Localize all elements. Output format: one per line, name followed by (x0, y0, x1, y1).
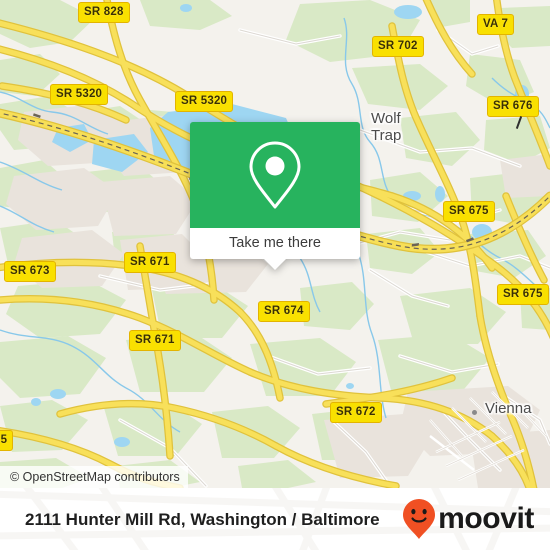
address-label: 2111 Hunter Mill Rd, Washington / Baltim… (25, 509, 380, 529)
road-shield: SR 671 (129, 330, 181, 351)
road-shield: SR 673 (4, 261, 56, 282)
map-canvas[interactable]: SR 828 VA 7 SR 702 SR 5320 SR 5320 SR 67… (0, 0, 550, 488)
road-shield: SR 674 (258, 301, 310, 322)
place-label-wolf-trap: Wolf (371, 110, 401, 127)
take-me-there-label: Take me there (229, 235, 321, 251)
road-shield: VA 7 (477, 14, 515, 35)
popup-tail-pointer (264, 259, 286, 270)
popup-marker-panel (190, 122, 360, 228)
road-shield: SR 5320 (50, 84, 109, 105)
osm-attribution-text: © OpenStreetMap contributors (10, 469, 180, 484)
map-pin-icon (249, 141, 301, 209)
place-dot-vienna (472, 410, 477, 415)
place-label-wolf-trap: Trap (371, 127, 402, 144)
road-shield: SR 676 (487, 96, 539, 117)
road-shield: SR 672 (330, 402, 382, 423)
moovit-logo[interactable]: moovit (402, 498, 534, 540)
road-shield: SR 5320 (175, 91, 234, 112)
location-popup-card[interactable]: Take me there (190, 122, 360, 270)
road-shield: SR 828 (78, 2, 130, 23)
road-shield: SR 671 (124, 252, 176, 273)
road-shield: 65 (0, 430, 14, 451)
moovit-wordmark: moovit (438, 502, 534, 535)
road-shield: SR 702 (372, 36, 424, 57)
osm-attribution[interactable]: © OpenStreetMap contributors (0, 466, 188, 488)
road-shield: SR 675 (497, 284, 549, 305)
bottom-info-bar: 2111 Hunter Mill Rd, Washington / Baltim… (0, 488, 550, 550)
place-label-vienna: Vienna (485, 400, 532, 417)
moovit-map-screenshot: SR 828 VA 7 SR 702 SR 5320 SR 5320 SR 67… (0, 0, 550, 550)
road-shield: SR 675 (443, 201, 495, 222)
moovit-pin-smiley-icon (403, 499, 436, 539)
take-me-there-button[interactable]: Take me there (190, 228, 360, 270)
